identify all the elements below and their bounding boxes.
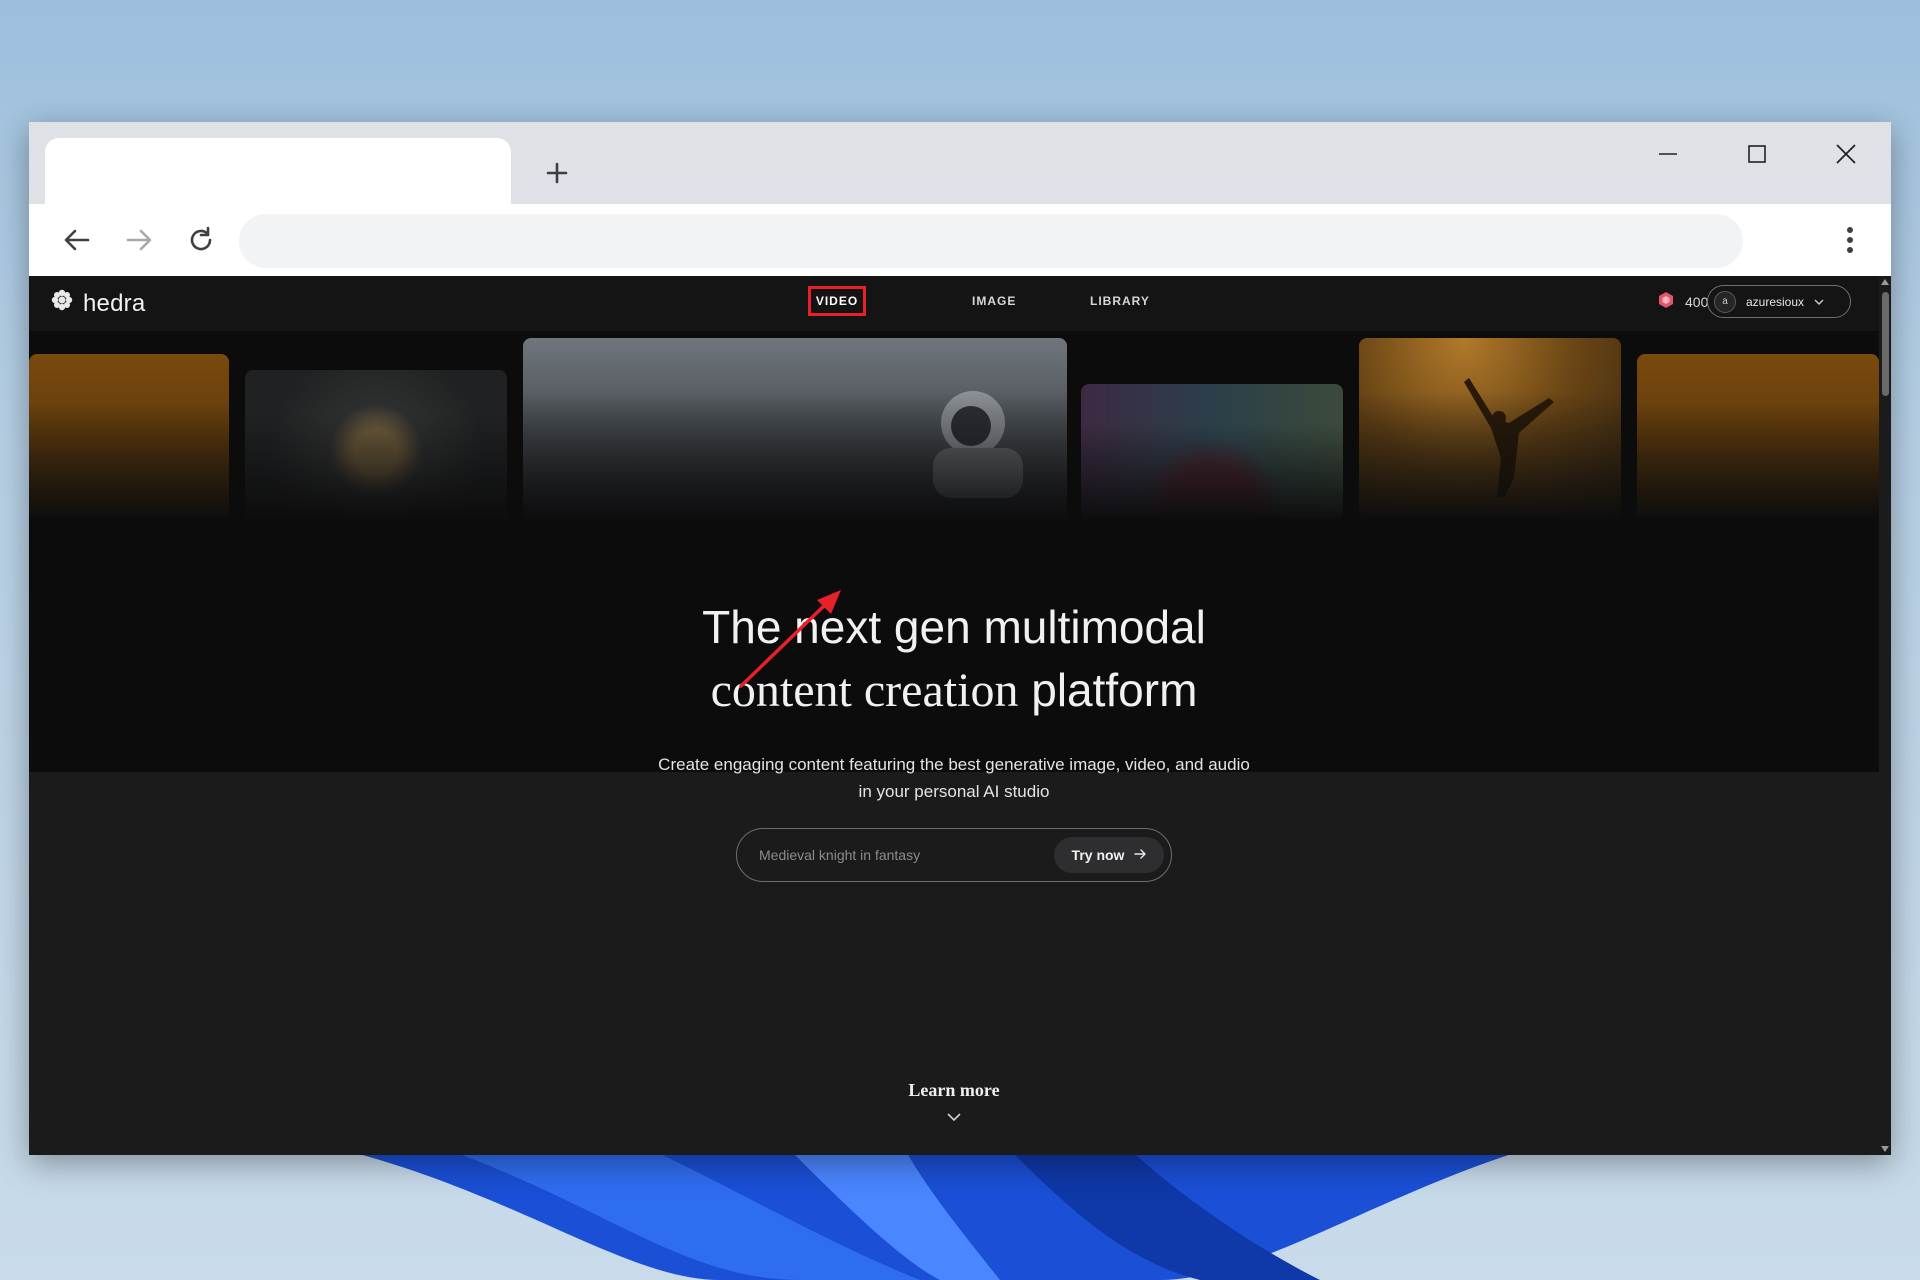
flower-logo-icon <box>51 289 73 318</box>
learn-more-link[interactable]: Learn more <box>854 1080 1054 1101</box>
prompt-input[interactable] <box>759 845 1049 865</box>
nav-image[interactable]: IMAGE <box>972 294 1016 308</box>
close-icon[interactable] <box>1815 132 1877 176</box>
arrow-right-icon <box>1134 847 1147 863</box>
plus-icon[interactable] <box>534 150 580 196</box>
gallery-card[interactable] <box>29 354 229 518</box>
page-scrollbar[interactable] <box>1879 276 1891 1155</box>
chevron-down-icon[interactable] <box>946 1110 962 1124</box>
forward-arrow-icon[interactable] <box>117 218 161 262</box>
chevron-down-icon <box>1814 295 1824 309</box>
hero-heading: The next gen multimodal content creation… <box>29 596 1879 722</box>
hero-subtitle: Create engaging content featuring the be… <box>658 755 1250 801</box>
hero-title-line-2: content creation platform <box>29 659 1879 722</box>
try-now-label: Try now <box>1071 847 1125 863</box>
nav-video[interactable]: VIDEO <box>808 286 866 316</box>
hero-title-serif: content creation <box>710 664 1019 717</box>
kebab-menu-icon[interactable] <box>1835 218 1865 262</box>
scroll-up-icon[interactable] <box>1881 279 1889 285</box>
web-page: hedra VIDEO IMAGE LIBRARY 400 a azuresio… <box>29 276 1879 1155</box>
hero-title-line-1: The next gen multimodal <box>702 601 1206 653</box>
credit-gem-icon <box>1657 291 1675 312</box>
browser-window: hedra VIDEO IMAGE LIBRARY 400 a azuresio… <box>29 122 1891 1155</box>
username: azuresioux <box>1746 294 1805 309</box>
prompt-form: Try now <box>736 828 1172 882</box>
avatar: a <box>1714 290 1736 313</box>
logo-text: hedra <box>83 289 146 317</box>
site-logo[interactable]: hedra <box>51 289 145 318</box>
credits-value: 400 <box>1685 293 1709 310</box>
hero-title-sans: platform <box>1031 664 1198 716</box>
credits-counter[interactable]: 400 <box>1657 291 1708 312</box>
gallery-card[interactable] <box>245 370 507 518</box>
gallery-card[interactable] <box>1359 338 1621 518</box>
scrollbar-thumb[interactable] <box>1882 292 1889 396</box>
scroll-down-icon[interactable] <box>1881 1146 1889 1152</box>
astronaut-figure <box>933 391 1023 498</box>
tab-strip <box>29 122 1891 204</box>
desktop-wallpaper <box>300 1140 1560 1280</box>
maximize-icon[interactable] <box>1726 132 1788 176</box>
reload-icon[interactable] <box>179 218 223 262</box>
gallery-card[interactable] <box>1081 384 1343 518</box>
minimize-icon[interactable] <box>1637 132 1699 176</box>
browser-tab[interactable] <box>45 138 511 204</box>
gallery-card[interactable] <box>1637 354 1879 518</box>
user-menu[interactable]: a azuresioux <box>1707 285 1851 318</box>
address-bar[interactable] <box>239 214 1743 268</box>
nav-library[interactable]: LIBRARY <box>1090 294 1150 308</box>
try-now-button[interactable]: Try now <box>1054 837 1164 873</box>
site-navbar: hedra VIDEO IMAGE LIBRARY 400 a azuresio… <box>29 276 1879 331</box>
dancer-silhouette <box>1464 378 1554 498</box>
browser-toolbar <box>29 204 1891 276</box>
back-arrow-icon[interactable] <box>55 218 99 262</box>
gallery-card[interactable] <box>523 338 1067 518</box>
showcase-gallery <box>29 338 1879 518</box>
